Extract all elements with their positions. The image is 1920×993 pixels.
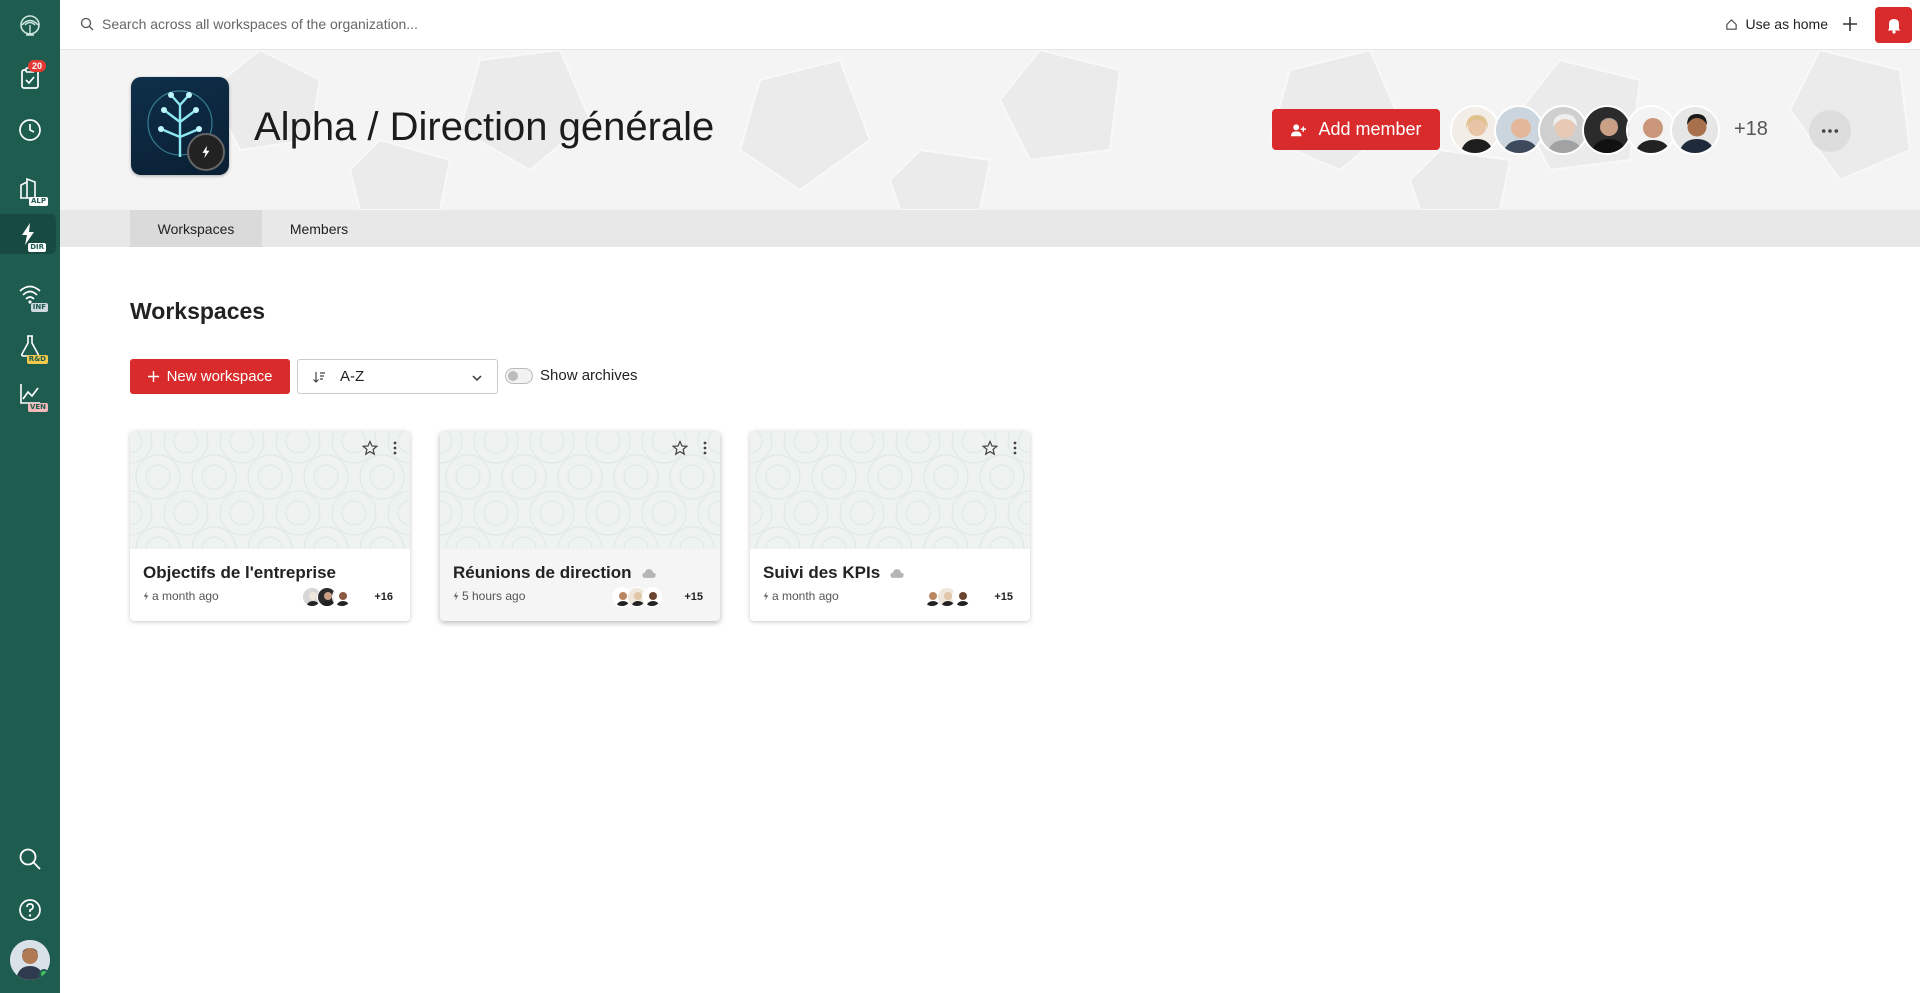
workspace-members-count: +15 <box>684 591 703 603</box>
search-icon <box>80 17 94 31</box>
more-horizontal-icon <box>1821 129 1839 133</box>
avatar <box>1626 105 1676 155</box>
workspace-name: Suivi des KPIs <box>763 563 904 583</box>
bolt-icon <box>202 145 210 159</box>
clock-icon <box>19 119 41 141</box>
workspace-activity: a month ago <box>763 589 839 603</box>
workspace-name-text: Suivi des KPIs <box>763 563 881 582</box>
bolt-icon <box>143 591 149 601</box>
kebab-menu-icon[interactable] <box>390 440 400 456</box>
workspace-activity: 5 hours ago <box>453 589 525 603</box>
tab-members[interactable]: Members <box>262 210 376 247</box>
global-search-input[interactable] <box>102 13 602 35</box>
avatar <box>1538 105 1588 155</box>
space-inf-button[interactable]: INF <box>10 274 50 314</box>
search-rail-button[interactable] <box>10 839 50 879</box>
workspace-time: 5 hours ago <box>462 589 526 603</box>
space-tag: DIR <box>28 243 46 252</box>
show-archives-toggle[interactable] <box>505 368 533 384</box>
kebab-menu-icon[interactable] <box>700 440 710 456</box>
top-bar: Use as home <box>60 0 1920 50</box>
org-logo-button[interactable] <box>10 6 50 46</box>
avatar <box>1494 105 1544 155</box>
workspace-members-count: +15 <box>994 591 1013 603</box>
left-rail: 20 ALP DIR INF R&D VEN <box>0 0 60 993</box>
sort-value: A-Z <box>340 368 365 385</box>
members-overflow-count[interactable]: +18 <box>1734 118 1768 141</box>
online-indicator <box>39 969 49 979</box>
search-icon <box>19 848 41 870</box>
avatar <box>1450 105 1500 155</box>
star-icon[interactable] <box>672 440 688 456</box>
recent-button[interactable] <box>10 110 50 150</box>
plus-icon <box>1843 17 1857 31</box>
workspace-members <box>922 587 972 607</box>
workspace-name-text: Réunions de direction <box>453 563 632 582</box>
organization-header: Alpha / Direction générale Add member +1… <box>60 50 1920 210</box>
plus-icon <box>147 371 159 382</box>
sort-select[interactable]: A-Z <box>297 359 498 394</box>
notifications-button[interactable] <box>1875 7 1912 43</box>
more-options-button[interactable] <box>1809 110 1851 152</box>
bolt-badge <box>187 133 225 171</box>
tab-workspaces[interactable]: Workspaces <box>130 210 262 247</box>
sort-icon <box>313 371 325 383</box>
new-workspace-label: New workspace <box>166 368 273 385</box>
add-member-label: Add member <box>1318 119 1422 139</box>
member-avatars[interactable] <box>1450 105 1720 155</box>
space-ven-button[interactable]: VEN <box>10 374 50 414</box>
chevron-down-icon <box>472 375 482 382</box>
use-as-home-button[interactable]: Use as home <box>1725 13 1828 35</box>
workspace-card[interactable]: Suivi des KPIs a month ago +15 <box>750 431 1030 621</box>
workspace-name-text: Objectifs de l'entreprise <box>143 563 336 582</box>
space-tag: R&D <box>26 355 48 364</box>
home-icon <box>1725 18 1737 30</box>
organization-logo[interactable] <box>131 77 229 175</box>
bell-icon <box>1887 19 1900 34</box>
create-button[interactable] <box>1838 12 1862 36</box>
space-tag: VEN <box>27 403 48 412</box>
workspace-activity: a month ago <box>143 589 219 603</box>
workspace-members <box>612 587 662 607</box>
notifications-badge: 20 <box>27 60 46 72</box>
tasks-button[interactable]: 20 <box>10 58 50 98</box>
workspace-members <box>302 587 352 607</box>
avatar <box>952 587 972 607</box>
bolt-icon <box>453 591 459 601</box>
page-title: Alpha / Direction générale <box>254 105 715 149</box>
cloud-icon <box>641 568 656 578</box>
add-member-button[interactable]: Add member <box>1272 109 1440 150</box>
help-circle-icon <box>19 899 41 921</box>
avatar <box>642 587 662 607</box>
workspace-card[interactable]: Réunions de direction 5 hours ago +15 <box>440 431 720 621</box>
help-button[interactable] <box>10 890 50 930</box>
new-workspace-button[interactable]: New workspace <box>130 359 290 394</box>
add-user-icon <box>1291 123 1307 136</box>
star-icon[interactable] <box>362 440 378 456</box>
user-avatar[interactable] <box>10 940 50 980</box>
use-as-home-label: Use as home <box>1745 16 1828 32</box>
workspace-card[interactable]: Objectifs de l'entreprise a month ago +16 <box>130 431 410 621</box>
space-rd-button[interactable]: R&D <box>10 326 50 366</box>
avatar <box>332 587 352 607</box>
show-archives-label: Show archives <box>540 367 638 384</box>
workspace-name: Objectifs de l'entreprise <box>143 563 336 583</box>
cloud-icon <box>890 568 904 578</box>
workspace-members-count: +16 <box>374 591 393 603</box>
tabs-bar: Workspaces Members <box>60 210 1920 247</box>
kebab-menu-icon[interactable] <box>1010 440 1020 456</box>
workspace-time: a month ago <box>772 589 839 603</box>
workspace-time: a month ago <box>152 589 219 603</box>
avatar <box>1582 105 1632 155</box>
space-tag: ALP <box>28 197 48 206</box>
star-icon[interactable] <box>982 440 998 456</box>
bolt-icon <box>763 591 769 601</box>
space-tag: INF <box>30 303 48 312</box>
section-title: Workspaces <box>130 298 266 324</box>
space-alp-button[interactable]: ALP <box>10 168 50 208</box>
avatar <box>1670 105 1720 155</box>
workspace-name: Réunions de direction <box>453 563 656 583</box>
tree-logo-icon <box>20 15 40 36</box>
space-dir-button[interactable]: DIR <box>0 214 56 254</box>
